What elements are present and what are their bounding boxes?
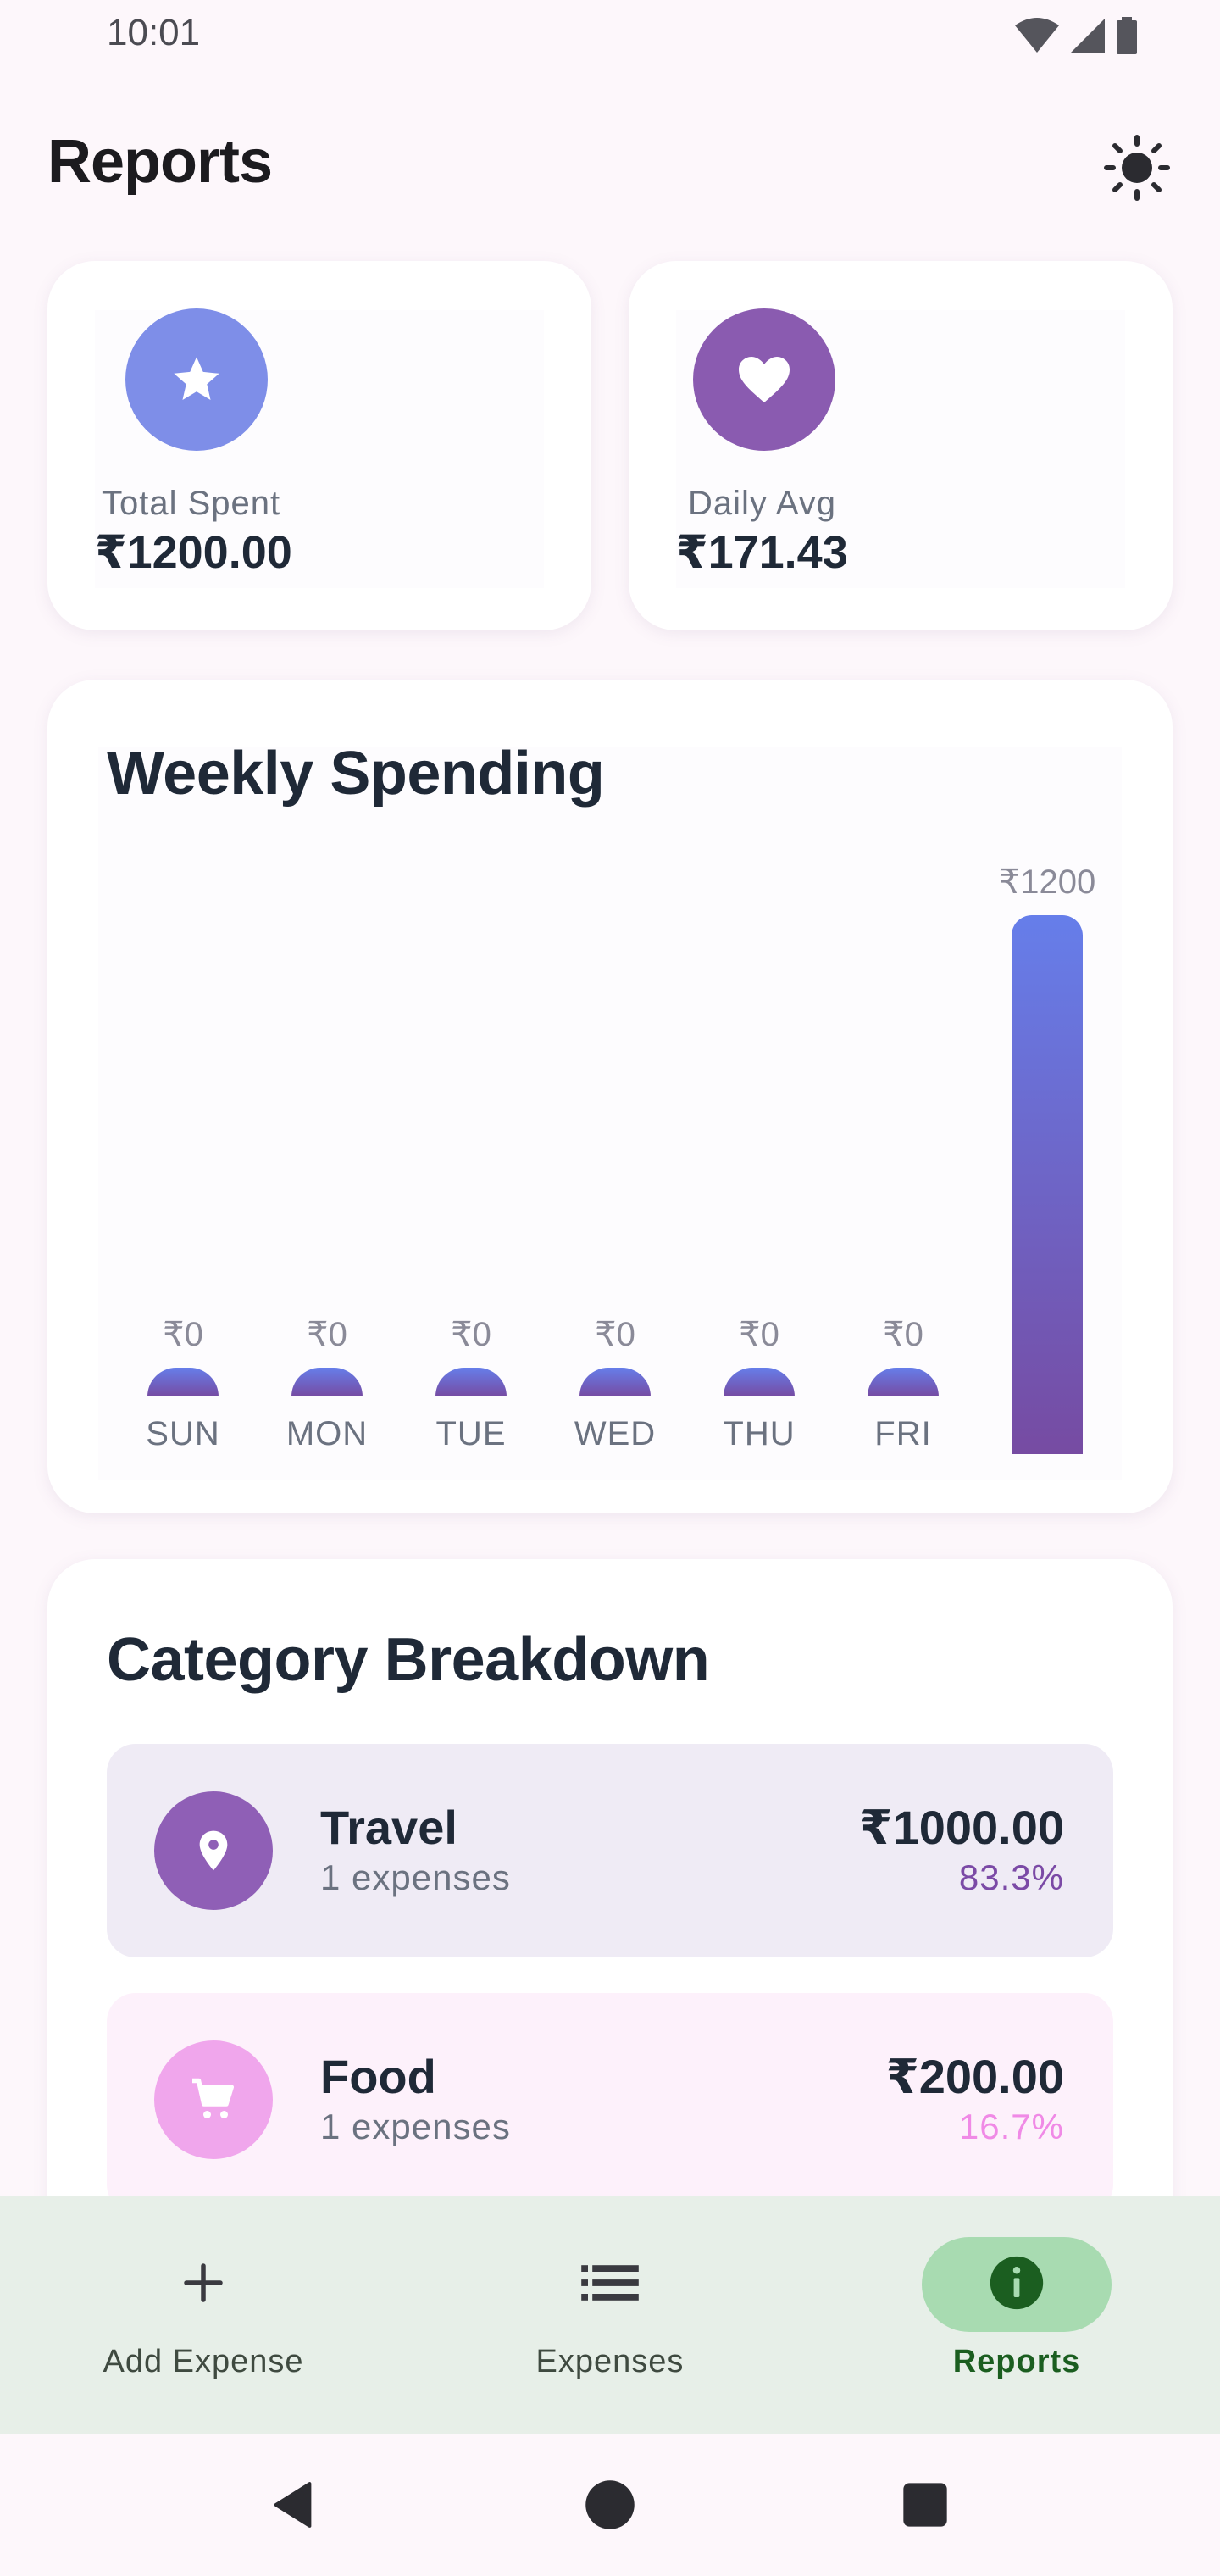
bar-value-label: ₹0 <box>163 1316 203 1353</box>
recents-square-icon <box>901 2481 949 2533</box>
bar-value-label: ₹0 <box>595 1316 635 1353</box>
total-spent-value: ₹1200.00 <box>95 527 292 578</box>
nav-icon-container <box>515 2237 705 2332</box>
weekly-bar-chart: ₹0 SUN ₹0 MON ₹0 TUE ₹0 WED ₹0 THU ₹0 FRI ₹1200 <box>47 680 1173 1513</box>
cart-icon <box>154 2040 273 2159</box>
category-name: Travel <box>320 1801 458 1854</box>
category-amount: ₹1000.00 <box>859 1801 1064 1854</box>
category-count: 1 expenses <box>320 1857 511 1897</box>
category-percent: 83.3% <box>958 1857 1064 1897</box>
daily-avg-value: ₹171.43 <box>676 527 848 578</box>
home-circle-icon <box>585 2479 635 2534</box>
day-label: TUE <box>435 1415 507 1452</box>
category-name: Food <box>320 2050 436 2103</box>
status-time: 10:01 <box>107 12 201 53</box>
bar <box>724 1368 795 1396</box>
bar-column: ₹1200 <box>999 680 1095 1513</box>
heart-icon <box>693 308 835 451</box>
bar-column: ₹0 THU <box>717 680 801 1513</box>
info-icon <box>988 2254 1045 2316</box>
bar <box>435 1368 507 1396</box>
star-icon <box>125 308 268 451</box>
day-label: WED <box>574 1415 657 1452</box>
bar <box>291 1368 363 1396</box>
category-count: 1 expenses <box>320 2107 511 2146</box>
day-label: MON <box>286 1415 369 1452</box>
nav-label: Reports <box>952 2344 1081 2379</box>
list-icon <box>581 2261 639 2309</box>
daily-avg-label: Daily Avg <box>688 485 837 522</box>
location-pin-icon <box>154 1791 273 1910</box>
battery-icon <box>1115 17 1139 54</box>
bar-value-label: ₹0 <box>307 1316 347 1353</box>
nav-expenses[interactable]: Expenses <box>407 2196 813 2434</box>
total-spent-card: Total Spent ₹1200.00 <box>47 261 591 630</box>
bar-value-label: ₹1200 <box>998 863 1096 901</box>
bar-column: ₹0 WED <box>573 680 657 1513</box>
bar-value-label: ₹0 <box>883 1316 923 1353</box>
nav-label: Expenses <box>535 2344 685 2379</box>
nav-label: Add Expense <box>103 2344 304 2379</box>
theme-toggle-button[interactable] <box>1100 132 1174 207</box>
day-label: FRI <box>874 1415 932 1452</box>
signal-icon <box>1069 17 1106 54</box>
nav-add-expense[interactable]: Add Expense <box>0 2196 407 2434</box>
total-spent-label: Total Spent <box>102 485 281 522</box>
category-percent: 16.7% <box>958 2107 1064 2146</box>
bar-column: ₹0 SUN <box>141 680 225 1513</box>
sun-icon <box>1103 134 1171 206</box>
category-item-food[interactable]: Food 1 expenses ₹200.00 16.7% <box>107 1993 1113 2213</box>
bar <box>147 1368 219 1396</box>
bottom-navigation: Add Expense Expenses Reports <box>0 2196 1220 2434</box>
system-navigation-bar <box>0 2434 1220 2576</box>
system-home-button[interactable] <box>569 2466 651 2547</box>
day-label: THU <box>723 1415 796 1452</box>
plus-icon <box>178 2257 229 2312</box>
bar-column: ₹0 MON <box>285 680 369 1513</box>
nav-reports[interactable]: Reports <box>813 2196 1220 2434</box>
bar-value-label: ₹0 <box>451 1316 491 1353</box>
day-label: SUN <box>146 1415 220 1452</box>
bar-column: ₹0 FRI <box>861 680 946 1513</box>
weekly-spending-card: Weekly Spending ₹0 SUN ₹0 MON ₹0 TUE ₹0 WED ₹0 TH… <box>47 680 1173 1513</box>
wifi-icon <box>1013 17 1061 54</box>
bar-column: ₹0 TUE <box>429 680 513 1513</box>
bar-value-label: ₹0 <box>739 1316 779 1353</box>
category-amount: ₹200.00 <box>885 2050 1064 2103</box>
bar <box>1012 915 1083 1454</box>
category-breakdown-card: Category Breakdown Travel 1 expenses ₹10… <box>47 1559 1173 2237</box>
daily-avg-card: Daily Avg ₹171.43 <box>629 261 1173 630</box>
nav-icon-container-active <box>922 2237 1112 2332</box>
bar <box>868 1368 939 1396</box>
status-bar: 10:01 <box>0 0 1220 71</box>
page-title: Reports <box>47 128 273 196</box>
system-recents-button[interactable] <box>884 2466 966 2547</box>
bar <box>580 1368 651 1396</box>
system-back-button[interactable] <box>254 2466 336 2547</box>
nav-icon-container <box>108 2237 298 2332</box>
back-triangle-icon <box>269 2479 320 2534</box>
status-icons <box>1013 17 1139 54</box>
category-item-travel[interactable]: Travel 1 expenses ₹1000.00 83.3% <box>107 1744 1113 1957</box>
category-breakdown-title: Category Breakdown <box>107 1626 710 1694</box>
